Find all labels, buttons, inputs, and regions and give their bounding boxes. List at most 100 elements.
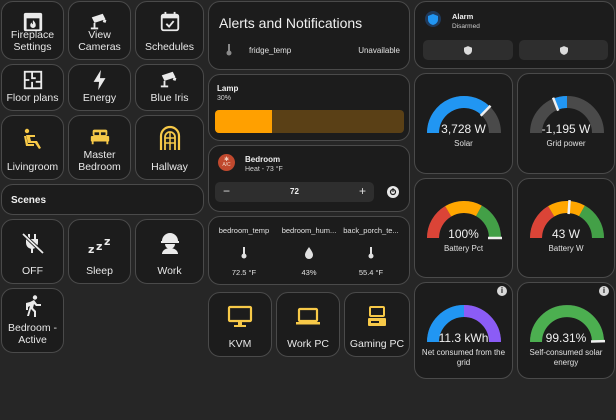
scenes-title: Scenes (11, 195, 47, 206)
sensor-name[interactable]: bedroom_temp (211, 226, 277, 235)
power-plug-off-icon (2, 231, 63, 257)
sensor-name[interactable]: back_porch_te... (338, 226, 404, 235)
thermostat-card: ✱ A/C Bedroom Heat - 73 °F − 72 + (208, 145, 410, 212)
gauge-value: 100% (448, 227, 479, 241)
battery-pct-gauge[interactable]: 100% Battery Pct (414, 178, 513, 278)
button-label: Livingroom (6, 160, 59, 173)
gauge-value: 43 W (551, 227, 580, 241)
gauge-label: Battery W (548, 244, 584, 253)
button-label: Hallway (151, 160, 188, 173)
desktop-tower-icon (345, 305, 409, 331)
scenes-header: Scenes (1, 184, 204, 215)
arm-home-button[interactable] (423, 40, 513, 60)
alarm-card: Alarm Disarmed (414, 1, 615, 69)
cctv-icon (69, 11, 130, 37)
thermometer-icon (225, 44, 233, 59)
thermostat-mode-icon: ✱ A/C (218, 154, 235, 171)
alarm-state: Disarmed (452, 23, 480, 30)
shield-icon (425, 11, 441, 27)
hallway-button[interactable]: Hallway (135, 115, 204, 180)
laptop-icon (277, 307, 339, 333)
gauge-label: Battery Pct (443, 244, 484, 253)
thermometer-icon (367, 247, 375, 262)
floor-plans-button[interactable]: Floor plans (1, 64, 64, 111)
setpoint-control: − 72 + (215, 182, 374, 202)
sleep-icon: zzz (69, 233, 130, 259)
gauge-needle (567, 200, 571, 215)
gauge-label: Solar (454, 139, 473, 148)
scene-off-button[interactable]: OFF (1, 219, 64, 284)
battery-w-gauge[interactable]: 43 W Battery W (517, 178, 615, 278)
lamp-card: Lamp 30% (208, 74, 410, 141)
view-cameras-button[interactable]: View Cameras (68, 1, 131, 60)
blue-iris-button[interactable]: Blue Iris (135, 64, 204, 111)
thermostat-name: Bedroom (245, 155, 281, 164)
shield-lock-icon (559, 45, 568, 55)
calendar-check-icon (136, 11, 203, 37)
sensor-value: 72.5 °F (231, 268, 257, 277)
button-label: KVM (228, 337, 252, 350)
arch-door-icon (136, 125, 203, 151)
self-consumed-gauge[interactable]: 99.31% Self-consumed solar energy i (517, 282, 615, 379)
lamp-brightness-text: 30% (217, 95, 232, 102)
button-label: OFF (22, 264, 43, 277)
net-consumed-gauge[interactable]: 11.3 kWh Net consumed from the grid i (414, 282, 513, 379)
button-label: Bedroom - Active (7, 322, 58, 346)
lamp-brightness-slider[interactable] (215, 110, 404, 133)
thermostat-mode: Heat - 73 °F (245, 166, 283, 173)
gauge-value: 3,728 W (441, 122, 486, 136)
info-icon[interactable]: i (497, 286, 507, 296)
fireplace-icon (2, 11, 63, 37)
button-label: Work (157, 264, 182, 277)
lamp-name: Lamp (217, 84, 239, 93)
solar-gauge[interactable]: 3,728 W Solar (414, 73, 513, 174)
button-label: Master Bedroom (78, 149, 121, 173)
alert-entity-state: Unavailable (358, 46, 400, 55)
thermostat-mode-button[interactable] (387, 186, 399, 198)
seat-recline-icon (2, 127, 63, 153)
livingroom-button[interactable]: Livingroom (1, 115, 64, 180)
gauge-value: -1,195 W (541, 122, 591, 136)
bed-icon (69, 125, 130, 151)
arm-away-button[interactable] (519, 40, 608, 60)
floor-plan-icon (2, 69, 63, 95)
info-icon[interactable]: i (599, 286, 609, 296)
lightning-bolt-icon (69, 69, 130, 95)
cctv-icon (136, 69, 203, 95)
gauge-label: Grid power (546, 139, 586, 148)
gaming-pc-button[interactable]: Gaming PC (344, 292, 410, 357)
thermometer-icon (240, 247, 248, 262)
master-bedroom-button[interactable]: Master Bedroom (68, 115, 131, 180)
increase-button[interactable]: + (359, 184, 366, 198)
scene-work-button[interactable]: Work (135, 219, 204, 284)
gauge-label: Net consumed from the grid (421, 348, 506, 367)
sensor-value: 43% (301, 268, 317, 277)
thermostat-badge: A/C (222, 161, 231, 168)
button-label: Schedules (144, 40, 195, 53)
scene-bedroom-active-button[interactable]: Bedroom - Active (1, 288, 64, 353)
button-label: Work PC (287, 337, 329, 350)
setpoint-value: 72 (290, 187, 299, 196)
kvm-button[interactable]: KVM (208, 292, 272, 357)
svg-text:z: z (104, 235, 111, 248)
sensors-card: bedroom_temp 72.5 °F bedroom_hum... 43% back… (208, 216, 410, 285)
monitor-icon (209, 305, 271, 331)
gauge-label: Self-consumed solar energy (529, 348, 603, 367)
gauge-value: 11.3 kWh (438, 331, 489, 345)
alarm-title: Alarm (452, 12, 474, 21)
gauge-value: 99.31% (545, 331, 587, 345)
energy-button[interactable]: Energy (68, 64, 131, 111)
schedules-button[interactable]: Schedules (135, 1, 204, 60)
hard-hat-icon (136, 231, 203, 257)
alert-entity-name[interactable]: fridge_temp (249, 46, 291, 55)
button-label: Gaming PC (349, 337, 405, 350)
work-pc-button[interactable]: Work PC (276, 292, 340, 357)
svg-text:z: z (96, 240, 103, 253)
scene-sleep-button[interactable]: zzz Sleep (68, 219, 131, 284)
sensor-name[interactable]: bedroom_hum... (276, 226, 342, 235)
grid-power-gauge[interactable]: -1,195 W Grid power (517, 73, 615, 174)
sensor-value: 55.4 °F (358, 268, 384, 277)
fireplace-settings-button[interactable]: Fireplace Settings (1, 1, 64, 60)
alerts-title: Alerts and Notifications (219, 15, 363, 31)
button-label: Sleep (86, 264, 113, 277)
